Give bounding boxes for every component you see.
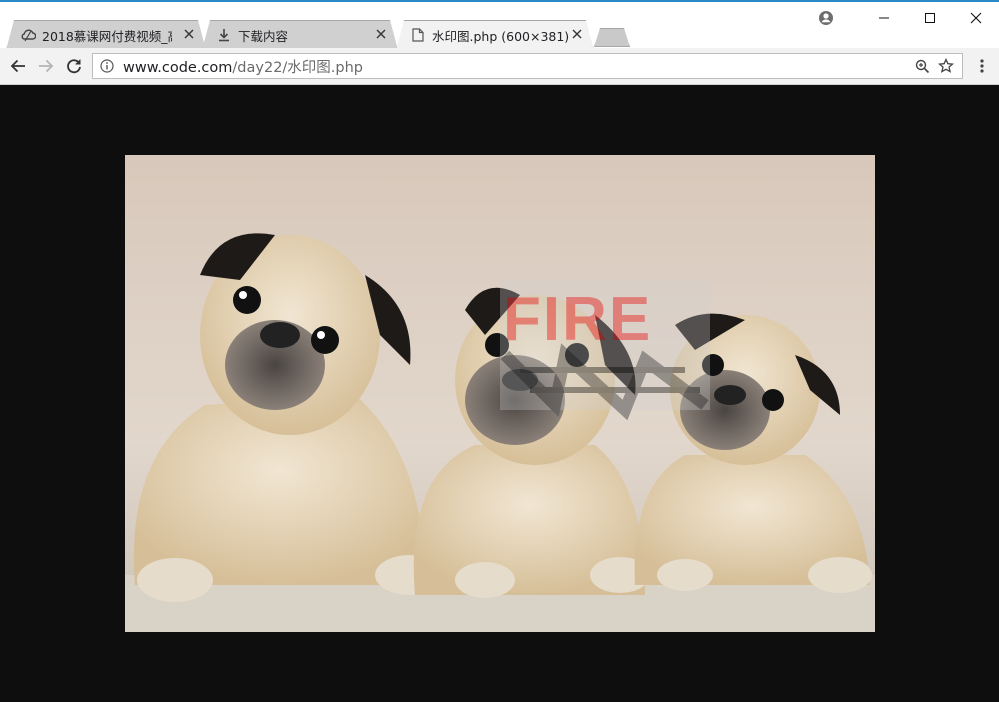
url-text: www.code.com/day22/水印图.php bbox=[123, 56, 363, 77]
forward-icon[interactable] bbox=[34, 54, 58, 78]
reload-icon[interactable] bbox=[62, 54, 86, 78]
browser-titlebar: 2018慕课网付费视频_高 下载内容 水印图.php (600×381) bbox=[0, 0, 999, 48]
download-icon bbox=[216, 27, 232, 43]
window-controls bbox=[803, 4, 999, 32]
tab-label: 2018慕课网付费视频_高 bbox=[42, 28, 172, 44]
maximize-icon[interactable] bbox=[907, 4, 953, 32]
minimize-icon[interactable] bbox=[861, 4, 907, 32]
url-host: www.code.com bbox=[123, 59, 233, 76]
tab-mooc-video[interactable]: 2018慕课网付费视频_高 bbox=[6, 20, 206, 50]
tab-close-icon[interactable] bbox=[182, 27, 196, 41]
cloud-icon bbox=[20, 27, 36, 43]
browser-toolbar: www.code.com/day22/水印图.php bbox=[0, 48, 999, 85]
profile-icon[interactable] bbox=[803, 4, 849, 32]
info-icon[interactable] bbox=[99, 58, 115, 74]
svg-text:FIRE: FIRE bbox=[503, 285, 652, 354]
page-viewport: FIRE bbox=[0, 85, 999, 702]
tab-label: 水印图.php (600×381) bbox=[432, 28, 570, 44]
url-path: /day22/水印图.php bbox=[232, 59, 364, 76]
tab-close-icon[interactable] bbox=[570, 27, 584, 41]
watermarked-image: FIRE bbox=[125, 155, 875, 632]
tab-watermark-php[interactable]: 水印图.php (600×381) bbox=[396, 20, 594, 50]
tab-label: 下载内容 bbox=[238, 28, 289, 44]
bookmark-star-icon[interactable] bbox=[934, 56, 958, 76]
page-icon bbox=[410, 27, 426, 43]
zoom-icon[interactable] bbox=[910, 56, 934, 76]
address-bar[interactable]: www.code.com/day22/水印图.php bbox=[92, 53, 963, 79]
watermark-logo: FIRE bbox=[500, 280, 710, 421]
close-window-icon[interactable] bbox=[953, 4, 999, 32]
tab-close-icon[interactable] bbox=[374, 27, 388, 41]
tab-downloads[interactable]: 下载内容 bbox=[202, 20, 398, 50]
back-icon[interactable] bbox=[6, 54, 30, 78]
menu-kebab-icon[interactable] bbox=[972, 54, 992, 78]
pugs-photo: FIRE bbox=[125, 155, 875, 632]
new-tab-button[interactable] bbox=[594, 28, 630, 47]
